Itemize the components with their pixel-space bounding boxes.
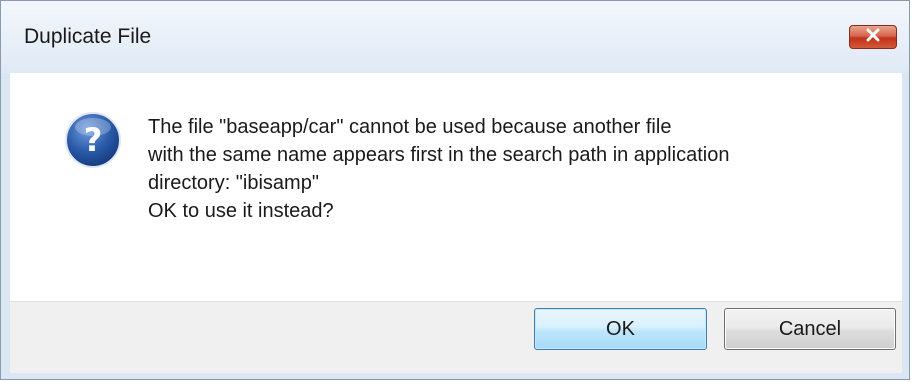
close-icon (865, 28, 881, 47)
message-line: directory: "ibisamp" (148, 172, 319, 194)
question-icon: ? (64, 111, 122, 169)
message-line: with the same name appears first in the … (148, 144, 730, 166)
window-title: Duplicate File (24, 25, 152, 48)
duplicate-file-dialog: Duplicate File ? The file "baseapp/car" … (0, 0, 910, 380)
ok-button[interactable]: OK (534, 308, 707, 350)
dialog-content: ? The file "baseapp/car" cannot be used … (10, 73, 902, 301)
button-bar: OK Cancel (10, 301, 902, 373)
message-text: The file "baseapp/car" cannot be used be… (148, 113, 729, 225)
cancel-button[interactable]: Cancel (724, 308, 896, 350)
message-line: The file "baseapp/car" cannot be used be… (148, 116, 672, 138)
svg-text:?: ? (84, 121, 103, 159)
title-bar[interactable]: Duplicate File (1, 1, 909, 73)
message-line: OK to use it instead? (148, 200, 334, 222)
close-button[interactable] (849, 25, 897, 49)
